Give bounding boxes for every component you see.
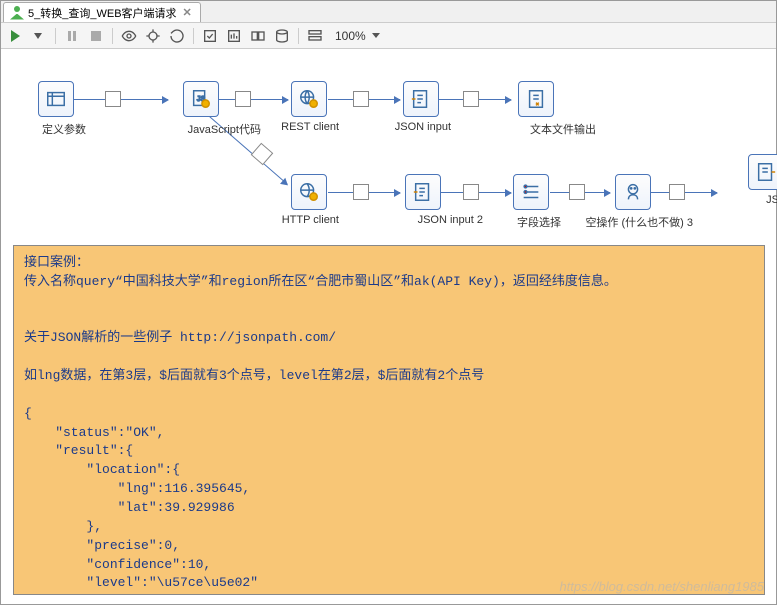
step-icon: [615, 174, 651, 210]
tab-active[interactable]: 5_转换_查询_WEB客户端请求 ✕: [3, 2, 201, 22]
step-http-client[interactable]: HTTP client: [279, 174, 339, 226]
step-label: JavaScript代码: [188, 121, 261, 137]
run-options-dropdown[interactable]: [31, 28, 47, 44]
step-dummy[interactable]: 空操作 (什么也不做) 3: [573, 174, 693, 230]
chevron-down-icon: [372, 33, 380, 38]
separator: [55, 28, 56, 44]
separator: [298, 28, 299, 44]
note-annotation[interactable]: 接口案例： 传入名称query“中国科技大学”和region所在区“合肥市蜀山区…: [13, 245, 765, 595]
zoom-control[interactable]: 100%: [335, 29, 380, 43]
step-icon: [518, 81, 554, 117]
step-rest-client[interactable]: REST client: [279, 81, 339, 133]
step-set-variables[interactable]: 定义参数: [26, 81, 86, 137]
zoom-value: 100%: [335, 29, 366, 43]
step-icon: [513, 174, 549, 210]
verify-button[interactable]: [202, 28, 218, 44]
step-json-output[interactable]: JSON outpu: [706, 154, 777, 206]
step-javascript[interactable]: JS JavaScript代码: [141, 81, 261, 137]
step-label: REST client: [281, 121, 339, 133]
tab-bar: 5_转换_查询_WEB客户端请求 ✕: [1, 1, 776, 23]
tab-title: 5_转换_查询_WEB客户端请求: [28, 5, 177, 21]
watermark-text: https://blog.csdn.net/shenliang1985: [559, 579, 764, 594]
step-icon: [748, 154, 777, 190]
separator: [112, 28, 113, 44]
step-label: 字段选择: [517, 214, 561, 230]
step-text-file-output[interactable]: 文本文件输出: [476, 81, 596, 137]
note-text: 接口案例： 传入名称query“中国科技大学”和region所在区“合肥市蜀山区…: [24, 255, 617, 595]
step-label: JSON input: [395, 121, 451, 133]
workflow-canvas[interactable]: 定义参数 JS JavaScript代码 REST client JSON in…: [1, 49, 776, 249]
analyze-button[interactable]: [226, 28, 242, 44]
step-icon: [38, 81, 74, 117]
step-select-values[interactable]: 字段选择: [501, 174, 561, 230]
hop-icon[interactable]: [105, 91, 121, 107]
tab-close-button[interactable]: ✕: [181, 6, 194, 19]
hop-icon[interactable]: [251, 143, 274, 166]
step-label: HTTP client: [282, 214, 339, 226]
step-json-input[interactable]: JSON input: [391, 81, 451, 133]
explore-db-button[interactable]: [274, 28, 290, 44]
hop-icon[interactable]: [353, 91, 369, 107]
step-label: 文本文件输出: [530, 121, 596, 137]
step-json-input-2[interactable]: JSON input 2: [363, 174, 483, 226]
step-label: 定义参数: [42, 121, 86, 137]
step-icon: [403, 81, 439, 117]
step-icon: [291, 174, 327, 210]
transformation-icon: [10, 6, 24, 20]
step-icon: [291, 81, 327, 117]
step-icon: JS: [183, 81, 219, 117]
separator: [193, 28, 194, 44]
replay-button[interactable]: [169, 28, 185, 44]
show-results-button[interactable]: [307, 28, 323, 44]
pause-button[interactable]: [64, 28, 80, 44]
sql-button[interactable]: [250, 28, 266, 44]
toolbar: 100%: [1, 23, 776, 49]
stop-button[interactable]: [88, 28, 104, 44]
step-label: 空操作 (什么也不做) 3: [585, 214, 693, 230]
run-button[interactable]: [7, 28, 23, 44]
step-label: JSON outpu: [766, 194, 777, 206]
step-label: JSON input 2: [418, 214, 483, 226]
debug-button[interactable]: [145, 28, 161, 44]
preview-button[interactable]: [121, 28, 137, 44]
step-icon: [405, 174, 441, 210]
